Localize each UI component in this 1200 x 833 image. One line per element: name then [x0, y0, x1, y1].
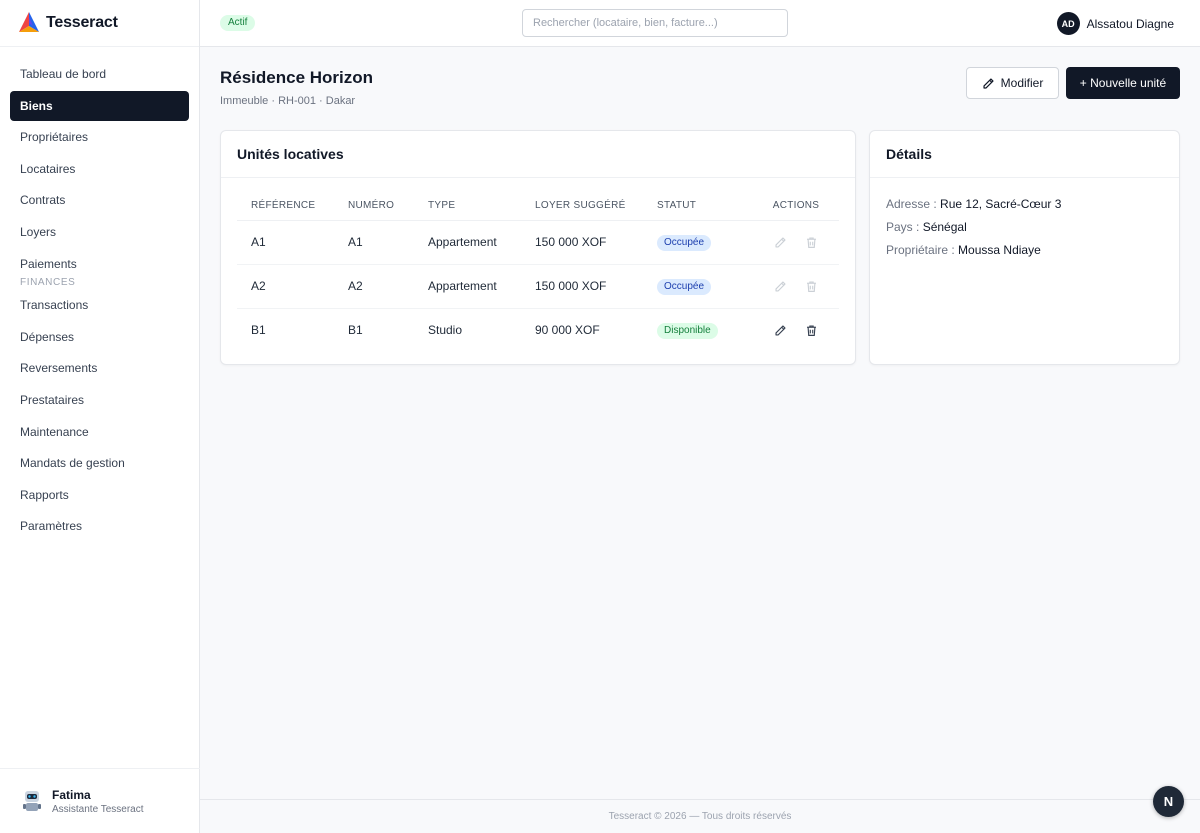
- detail-owner: Propriétaire : Moussa Ndiaye: [886, 239, 1061, 262]
- detail-address-label: Adresse :: [886, 197, 937, 211]
- status-badge: Occupée: [657, 278, 712, 295]
- col-statut: STATUT: [643, 192, 753, 221]
- cell-reference: A2: [237, 264, 334, 309]
- sidebar-nav: Tableau de bord Biens Propriétaires Loca…: [10, 59, 189, 543]
- detail-country: Pays : Sénégal: [886, 216, 1061, 239]
- pencil-icon: [983, 77, 994, 89]
- col-type: TYPE: [414, 192, 521, 221]
- search-input[interactable]: [522, 9, 788, 37]
- cell-reference: A1: [237, 220, 334, 265]
- sidebar-item-biens[interactable]: Biens: [10, 90, 189, 121]
- units-card-title: Unités locatives: [221, 131, 855, 178]
- sidebar-item-contrats[interactable]: Contrats: [10, 185, 189, 215]
- table-header-row: RÉFÉRENCE NUMÉRO TYPE LOYER SUGGÉRÉ STAT…: [237, 192, 839, 221]
- status-badge: Disponible: [657, 322, 718, 339]
- brand-name: Tesseract: [46, 14, 118, 31]
- detail-owner-value: Moussa Ndiaye: [958, 243, 1041, 257]
- topbar: Actif AD Alssatou Diagne: [200, 0, 1200, 47]
- brand[interactable]: Tesseract: [0, 0, 199, 47]
- next-dev-button[interactable]: N: [1153, 786, 1184, 817]
- cell-type: Studio: [428, 323, 463, 338]
- cell-actions: [753, 308, 839, 352]
- sidebar-item-tableau-de-bord[interactable]: Tableau de bord: [10, 59, 189, 89]
- cell-numero: A1: [334, 220, 414, 265]
- cell-actions: [753, 220, 839, 265]
- detail-owner-label: Propriétaire :: [886, 243, 955, 257]
- edit-button[interactable]: Modifier: [966, 67, 1059, 99]
- sidebar-item-mandats-de-gestion[interactable]: Mandats de gestion: [10, 448, 189, 478]
- col-loyer: LOYER SUGGÉRÉ: [521, 192, 643, 221]
- footer: Tesseract © 2026 — Tous droits réservés: [200, 799, 1200, 833]
- detail-address-value: Rue 12, Sacré-Cœur 3: [940, 197, 1062, 211]
- detail-country-value: Sénégal: [922, 220, 967, 234]
- avatar: AD: [1056, 12, 1080, 35]
- cell-statut: Occupée: [643, 264, 753, 309]
- sidebar-item-depenses[interactable]: Dépenses: [10, 322, 189, 352]
- details-list: Adresse : Rue 12, Sacré-Cœur 3 Pays : Sé…: [886, 193, 1061, 262]
- assistant-role: Assistante Tesseract: [52, 803, 144, 815]
- col-numero: NUMÉRO: [334, 192, 414, 221]
- sidebar-item-rapports[interactable]: Rapports: [10, 480, 189, 510]
- sidebar-item-prestataires[interactable]: Prestataires: [10, 385, 189, 415]
- cell-numero: A2: [334, 264, 414, 309]
- units-table: RÉFÉRENCE NUMÉRO TYPE LOYER SUGGÉRÉ STAT…: [237, 192, 839, 352]
- cell-type: Appartement: [414, 264, 521, 309]
- detail-country-label: Pays :: [886, 220, 920, 234]
- edit-icon[interactable]: [774, 324, 787, 337]
- page-subtitle: Immeuble · RH-001 · Dakar: [220, 95, 356, 107]
- cell-type: Appartement: [414, 220, 521, 265]
- details-card-title: Détails: [870, 131, 1179, 178]
- assistant-name: Fatima: [52, 787, 91, 802]
- cell-loyer: 90 000 XOF: [535, 323, 600, 338]
- sidebar-item-transactions[interactable]: Transactions: [10, 290, 189, 320]
- status-badge: Occupée: [657, 234, 712, 251]
- col-reference: RÉFÉRENCE: [237, 192, 334, 221]
- sidebar-item-paiements[interactable]: Paiements: [10, 249, 189, 279]
- user-menu[interactable]: AD Alssatou Diagne: [1056, 12, 1174, 35]
- sidebar-item-locataires[interactable]: Locataires: [10, 154, 189, 184]
- detail-address: Adresse : Rue 12, Sacré-Cœur 3: [886, 193, 1061, 216]
- robot-icon: [23, 791, 41, 811]
- details-card: Détails Adresse : Rue 12, Sacré-Cœur 3 P…: [869, 130, 1180, 365]
- table-row: B1 B1 Studio 90 000 XOF Disponible: [237, 308, 839, 352]
- col-actions: ACTIONS: [753, 192, 839, 221]
- sidebar-item-parametres[interactable]: Paramètres: [10, 511, 189, 541]
- trash-icon[interactable]: [805, 324, 818, 337]
- cell-loyer: 150 000 XOF: [521, 220, 643, 265]
- sidebar: Tesseract Tableau de bord Biens Propriét…: [0, 0, 200, 833]
- cell-loyer: 150 000 XOF: [521, 264, 643, 309]
- sidebar-item-proprietaires[interactable]: Propriétaires: [10, 122, 189, 152]
- cell-statut: Occupée: [643, 220, 753, 265]
- tesseract-logo-icon: [19, 12, 39, 32]
- trash-icon[interactable]: [805, 280, 818, 293]
- edit-button-label: Modifier: [1000, 76, 1044, 90]
- cell-reference: B1: [251, 323, 266, 338]
- table-row: A1 A1 Appartement 150 000 XOF Occupée: [237, 220, 839, 265]
- sidebar-item-reversements[interactable]: Reversements: [10, 353, 189, 383]
- status-badge: Actif: [220, 15, 256, 31]
- cell-statut: Disponible: [643, 308, 753, 352]
- edit-icon[interactable]: [774, 280, 787, 293]
- table-row: A2 A2 Appartement 150 000 XOF Occupée: [237, 264, 839, 309]
- trash-icon[interactable]: [805, 236, 818, 249]
- cell-actions: [753, 264, 839, 309]
- assistant-panel[interactable]: Fatima Assistante Tesseract: [0, 768, 200, 833]
- cell-numero: B1: [348, 323, 363, 338]
- sidebar-item-loyers[interactable]: Loyers: [10, 217, 189, 247]
- sidebar-item-maintenance[interactable]: Maintenance: [10, 417, 189, 447]
- page-title: Résidence Horizon: [220, 68, 374, 87]
- new-unit-button[interactable]: + Nouvelle unité: [1066, 67, 1180, 99]
- units-card: Unités locatives RÉFÉRENCE NUMÉRO TYPE L…: [220, 130, 856, 365]
- edit-icon[interactable]: [774, 236, 787, 249]
- user-name: Alssatou Diagne: [1086, 16, 1174, 31]
